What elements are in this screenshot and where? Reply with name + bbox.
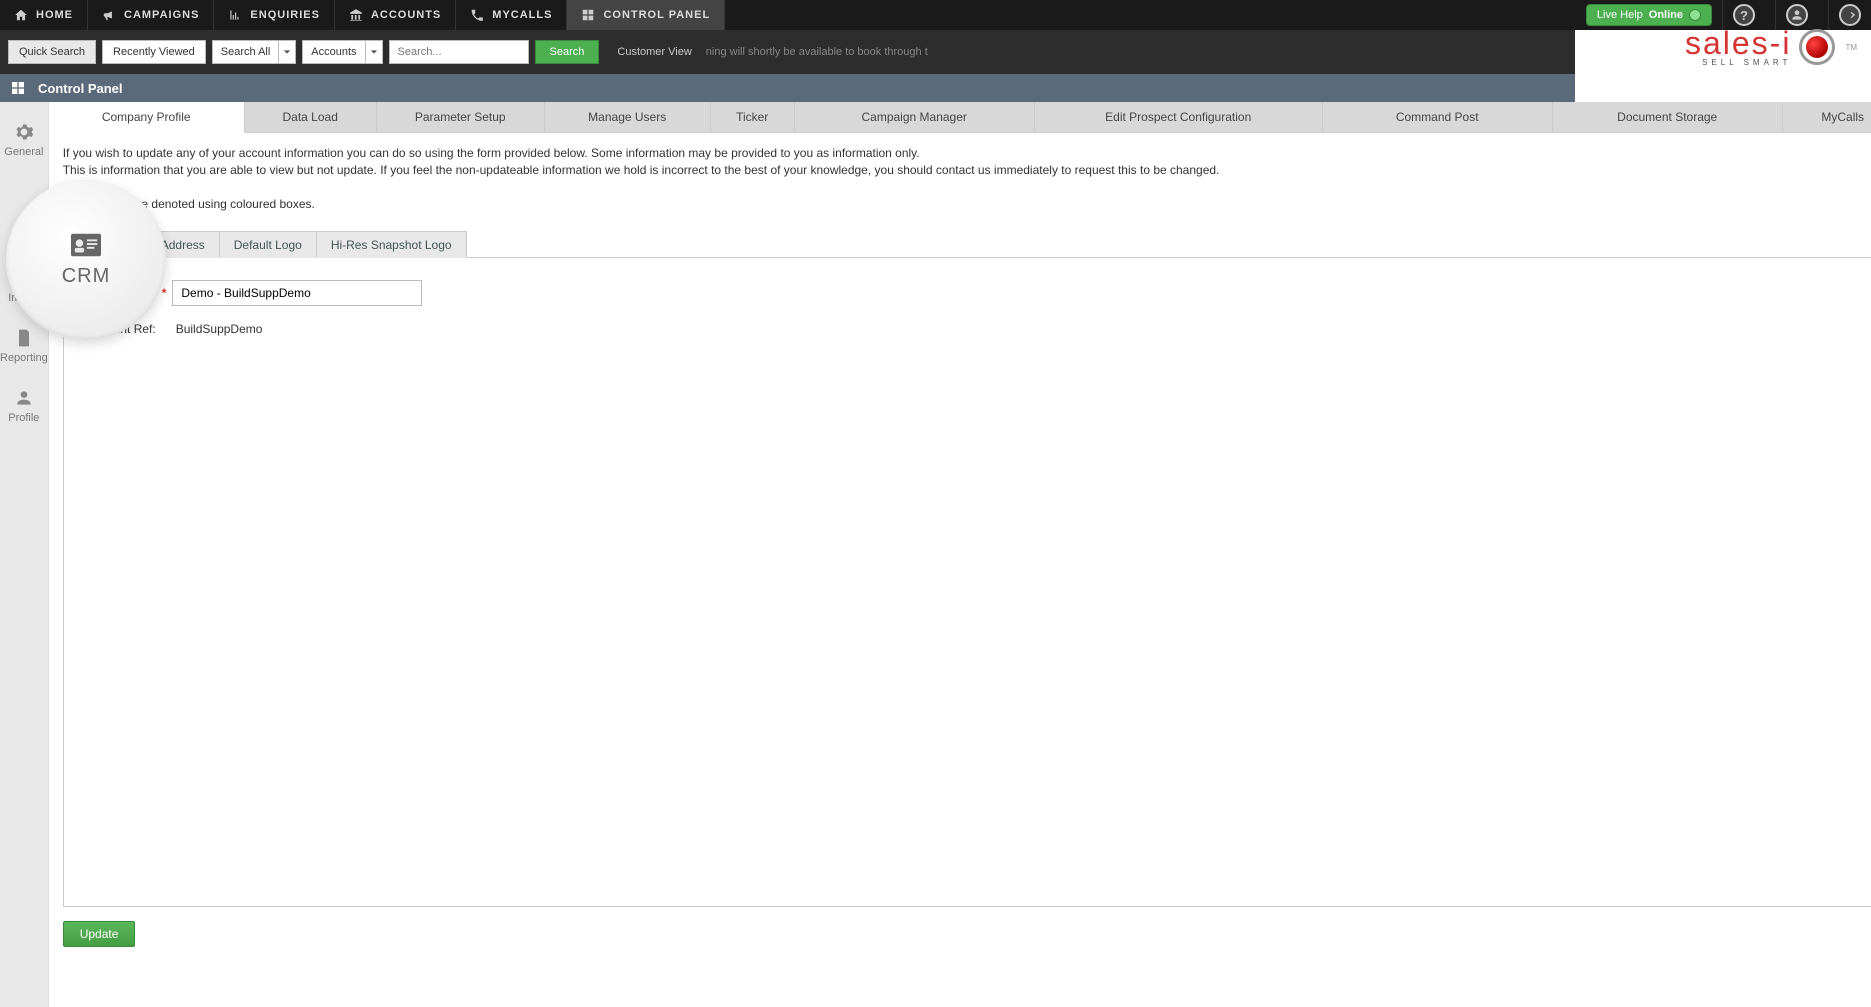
brand-tm: TM: [1845, 43, 1857, 52]
search-button[interactable]: Search: [535, 40, 600, 64]
recently-viewed-button[interactable]: Recently Viewed: [102, 40, 206, 64]
update-button[interactable]: Update: [63, 921, 136, 947]
bank-icon: [349, 8, 363, 22]
accounts-dropdown[interactable]: Accounts: [302, 40, 382, 64]
mandatory-note: datory fields are denoted using coloured…: [63, 197, 1871, 211]
main-tabs: Company Profile Data Load Parameter Setu…: [49, 102, 1871, 133]
subtab-hires-logo[interactable]: Hi-Res Snapshot Logo: [317, 232, 466, 258]
main-content: If you wish to update any of your accoun…: [49, 133, 1871, 959]
search-input[interactable]: [389, 40, 529, 64]
document-icon: [14, 328, 34, 348]
info-line-2: This is information that you are able to…: [63, 162, 1871, 179]
tab-manage-users[interactable]: Manage Users: [545, 102, 711, 132]
topnav-label: ENQUIRIES: [250, 9, 320, 21]
topnav-control-panel[interactable]: CONTROL PANEL: [567, 0, 725, 30]
tab-command-post[interactable]: Command Post: [1323, 102, 1553, 132]
arrow-right-icon: [1843, 8, 1857, 22]
searchbar: Quick Search Recently Viewed Search All …: [0, 30, 1575, 74]
tab-ticker[interactable]: Ticker: [711, 102, 795, 132]
page-title: Control Panel: [38, 81, 123, 96]
quick-search-button[interactable]: Quick Search: [8, 40, 96, 64]
chevron-down-icon: [278, 40, 296, 64]
status-dot-icon: [1689, 9, 1701, 21]
gear-icon: [14, 122, 34, 142]
livehelp-status: Online: [1649, 9, 1683, 21]
crm-bubble[interactable]: CRM: [6, 180, 166, 340]
megaphone-icon: [102, 8, 116, 22]
ticker-text: ning will shortly be available to book t…: [706, 46, 928, 58]
topnav-label: MYCALLS: [492, 9, 552, 21]
dropdown-label: Accounts: [302, 40, 364, 64]
tab-mycalls[interactable]: MyCalls: [1783, 102, 1871, 132]
sidebar-item-general[interactable]: General: [0, 110, 48, 170]
topnav-accounts[interactable]: ACCOUNTS: [335, 0, 456, 30]
tab-document-storage[interactable]: Document Storage: [1553, 102, 1783, 132]
topnav-campaigns[interactable]: CAMPAIGNS: [88, 0, 214, 30]
sidebar-label: Reporting: [0, 352, 48, 364]
user-icon: [1790, 8, 1804, 22]
crm-label: CRM: [62, 265, 111, 288]
customer-view-link[interactable]: Customer View: [617, 46, 691, 58]
phone-icon: [470, 8, 484, 22]
brand: sales-i SELL SMART TM: [1685, 22, 1857, 72]
sidebar-label: General: [4, 146, 43, 158]
tab-parameter-setup[interactable]: Parameter Setup: [377, 102, 545, 132]
brand-logo-icon: [1799, 29, 1835, 65]
livehelp-text: Live Help: [1597, 9, 1643, 21]
topnav-label: ACCOUNTS: [371, 9, 441, 21]
id-card-icon: [71, 233, 101, 257]
client-details-panel: Client Name: * Account Ref: BuildSuppDem…: [63, 257, 1871, 907]
user-icon: [14, 388, 34, 408]
main: Company Profile Data Load Parameter Setu…: [49, 102, 1871, 1007]
client-name-row: Client Name: *: [80, 280, 1871, 306]
top-navbar: HOME CAMPAIGNS ENQUIRIES ACCOUNTS MYCALL…: [0, 0, 1871, 30]
home-icon: [14, 8, 28, 22]
topnav-label: HOME: [36, 9, 73, 21]
tab-campaign-manager[interactable]: Campaign Manager: [795, 102, 1035, 132]
tab-data-load[interactable]: Data Load: [245, 102, 377, 132]
chevron-down-icon: [365, 40, 383, 64]
topnav-enquiries[interactable]: ENQUIRIES: [214, 0, 335, 30]
account-ref-value: BuildSuppDemo: [176, 322, 263, 336]
chart-icon: [228, 8, 242, 22]
search-all-dropdown[interactable]: Search All: [212, 40, 297, 64]
required-marker: *: [162, 286, 167, 300]
sidebar-item-profile[interactable]: Profile: [0, 376, 48, 436]
brand-name: sales-i: [1685, 27, 1791, 59]
topnav-mycalls[interactable]: MYCALLS: [456, 0, 567, 30]
topnav: HOME CAMPAIGNS ENQUIRIES ACCOUNTS MYCALL…: [0, 0, 725, 30]
titlebar: Control Panel: [0, 74, 1575, 102]
info-line-1: If you wish to update any of your accoun…: [63, 145, 1871, 162]
client-name-input[interactable]: [172, 280, 422, 306]
topnav-label: CONTROL PANEL: [603, 9, 710, 21]
grid-icon: [10, 80, 26, 96]
subtab-default-logo[interactable]: Default Logo: [220, 232, 317, 258]
body: General Import Reporting Profile CRM Com…: [0, 102, 1871, 1007]
topnav-home[interactable]: HOME: [0, 0, 88, 30]
dropdown-label: Search All: [212, 40, 279, 64]
topnav-label: CAMPAIGNS: [124, 9, 199, 21]
account-ref-row: Account Ref: BuildSuppDemo: [80, 322, 1871, 336]
sidebar-label: Profile: [8, 412, 39, 424]
tab-company-profile[interactable]: Company Profile: [49, 102, 245, 133]
tab-edit-prospect-config[interactable]: Edit Prospect Configuration: [1035, 102, 1323, 132]
grid-icon: [581, 8, 595, 22]
